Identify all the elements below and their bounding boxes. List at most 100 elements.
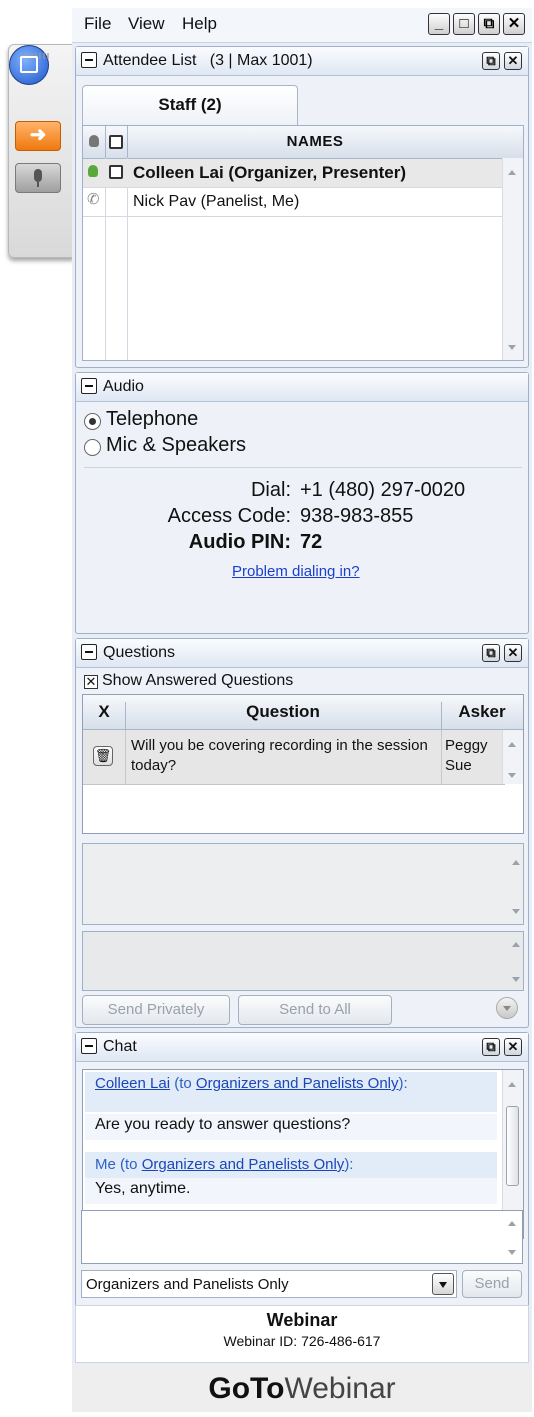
show-answered-checkbox[interactable]: ✕ <box>84 675 98 689</box>
audio-pin-label: Audio PIN: <box>188 531 291 553</box>
chat-recipient-link[interactable]: Organizers and Panelists Only <box>142 1156 345 1173</box>
mic-speakers-radio[interactable] <box>84 439 101 456</box>
answer-input[interactable] <box>82 931 524 991</box>
monitor-header-icon <box>109 135 123 149</box>
scroll-down-icon[interactable] <box>512 909 520 914</box>
collapse-icon[interactable] <box>81 378 97 394</box>
question-column-header[interactable]: Question <box>125 702 442 729</box>
tab-staff[interactable]: Staff (2) <box>82 85 298 125</box>
dial-value: +1 (480) 297-0020 <box>300 479 466 501</box>
table-row[interactable]: Colleen Lai (Organizer, Presenter) <box>83 159 505 188</box>
chevron-down-icon[interactable] <box>432 1273 454 1295</box>
phone-icon: ✆ <box>87 191 100 208</box>
microphone-active-icon <box>87 164 101 180</box>
arrow-icon[interactable]: ➜ <box>15 121 61 151</box>
question-text: Will you be covering recording in the se… <box>131 737 428 774</box>
menu-bar: File View Help _ □ ⧉ ✕ <box>72 8 532 43</box>
chat-header: Chat ⧉ ✕ <box>76 1033 528 1062</box>
send-privately-button[interactable]: Send Privately <box>82 995 230 1025</box>
close-panel-icon[interactable]: ✕ <box>504 1038 522 1056</box>
divider <box>84 467 522 468</box>
chat-message-text: Are you ready to answer questions? <box>85 1114 497 1140</box>
chat-recipient-link[interactable]: Organizers and Panelists Only <box>196 1075 399 1092</box>
menu-file[interactable]: File <box>84 14 111 34</box>
attendee-scrollbar[interactable] <box>502 158 523 360</box>
problem-dialing-link[interactable]: Problem dialing in? <box>232 563 360 580</box>
attendee-list-panel: Attendee List (3 | Max 1001) ⧉ ✕ Staff (… <box>75 46 529 368</box>
screen-share-icon[interactable] <box>9 45 49 85</box>
scroll-up-icon[interactable] <box>508 170 516 175</box>
chat-to-prefix: (to <box>174 1075 196 1092</box>
asker-name: Peggy Sue <box>445 737 488 774</box>
chat-to-suffix: ): <box>398 1075 408 1092</box>
restore-button[interactable]: ⧉ <box>478 13 500 35</box>
asker-column-header[interactable]: Asker <box>441 702 523 722</box>
menu-view[interactable]: View <box>128 14 165 34</box>
menu-help[interactable]: Help <box>182 14 217 34</box>
audio-panel: Audio Telephone Mic & Speakers Dial: +1 … <box>75 372 529 634</box>
scroll-up-icon[interactable] <box>512 860 520 865</box>
scroll-down-icon[interactable] <box>508 345 516 350</box>
screen-column-header[interactable] <box>105 126 128 158</box>
questions-header: Questions ⧉ ✕ <box>76 639 528 668</box>
show-answered-label[interactable]: Show Answered Questions <box>102 672 293 690</box>
popout-icon[interactable]: ⧉ <box>482 52 500 70</box>
attendee-table: NAMES Colleen Lai (Organizer, Presenter)… <box>82 125 524 361</box>
chat-sender[interactable]: Colleen Lai <box>95 1075 170 1092</box>
recipient-select[interactable]: Organizers and Panelists Only <box>81 1270 457 1298</box>
minimize-button[interactable]: _ <box>428 13 450 35</box>
popout-icon[interactable]: ⧉ <box>482 1038 500 1056</box>
mic-header-icon <box>89 135 99 147</box>
chat-message-meta: Colleen Lai (to Organizers and Panelists… <box>85 1072 497 1112</box>
attendee-list-title: Attendee List (3 | Max 1001) <box>103 52 313 69</box>
table-row[interactable]: ✆ Nick Pav (Panelist, Me) <box>83 188 505 217</box>
trash-icon[interactable]: 🗑 <box>93 746 113 766</box>
delete-column-header[interactable]: X <box>83 702 126 729</box>
audio-column-header[interactable] <box>83 126 106 158</box>
telephone-radio[interactable] <box>84 413 101 430</box>
popout-icon[interactable]: ⧉ <box>482 644 500 662</box>
names-column-header[interactable]: NAMES <box>127 133 503 150</box>
close-panel-icon[interactable]: ✕ <box>504 52 522 70</box>
audio-title: Audio <box>103 378 144 395</box>
audio-pin-value: 72 <box>300 531 323 553</box>
send-button[interactable]: Send <box>462 1270 522 1298</box>
grab-tab[interactable]: ➜ <box>8 44 74 258</box>
brand-bar: GoToWebinar <box>72 1365 532 1412</box>
recipient-value: Organizers and Panelists Only <box>86 1276 289 1293</box>
scroll-down-icon[interactable] <box>512 977 520 982</box>
attendee-name: Colleen Lai (Organizer, Presenter) <box>133 163 407 182</box>
attendee-name: Nick Pav (Panelist, Me) <box>133 193 300 210</box>
scroll-up-icon[interactable] <box>508 742 516 747</box>
collapse-icon[interactable] <box>81 1038 97 1054</box>
chat-message-text: Yes, anytime. <box>85 1178 497 1204</box>
questions-scrollbar[interactable] <box>502 730 523 784</box>
answer-preview-box[interactable] <box>82 843 524 925</box>
close-button[interactable]: ✕ <box>503 13 525 35</box>
microphone-icon[interactable] <box>15 163 61 193</box>
telephone-label[interactable]: Telephone <box>106 408 198 431</box>
mic-speakers-label[interactable]: Mic & Speakers <box>106 434 246 457</box>
questions-panel: Questions ⧉ ✕ ✕ Show Answered Questions … <box>75 638 529 1028</box>
maximize-button[interactable]: □ <box>453 13 475 35</box>
table-row[interactable]: 🗑 Will you be covering recording in the … <box>83 730 505 785</box>
options-dropdown-icon[interactable] <box>496 997 518 1019</box>
scroll-down-icon[interactable] <box>508 1250 516 1255</box>
scroll-thumb[interactable] <box>506 1106 519 1186</box>
column-divider <box>441 730 442 784</box>
collapse-icon[interactable] <box>81 52 97 68</box>
questions-table-header: X Question Asker <box>83 695 523 730</box>
scroll-up-icon[interactable] <box>508 1082 516 1087</box>
audio-header: Audio <box>76 373 528 402</box>
chat-message-meta: Me (to Organizers and Panelists Only): <box>85 1152 497 1178</box>
close-panel-icon[interactable]: ✕ <box>504 644 522 662</box>
scroll-down-icon[interactable] <box>508 773 516 778</box>
control-panel-window: File View Help _ □ ⧉ ✕ Attendee List (3 … <box>72 8 532 1412</box>
collapse-icon[interactable] <box>81 644 97 660</box>
chat-input[interactable] <box>81 1210 523 1264</box>
scroll-up-icon[interactable] <box>508 1221 516 1226</box>
attendee-list-header: Attendee List (3 | Max 1001) ⧉ ✕ <box>76 47 528 76</box>
send-to-all-button[interactable]: Send to All <box>238 995 392 1025</box>
access-code-value: 938-983-855 <box>300 505 414 527</box>
scroll-up-icon[interactable] <box>512 942 520 947</box>
